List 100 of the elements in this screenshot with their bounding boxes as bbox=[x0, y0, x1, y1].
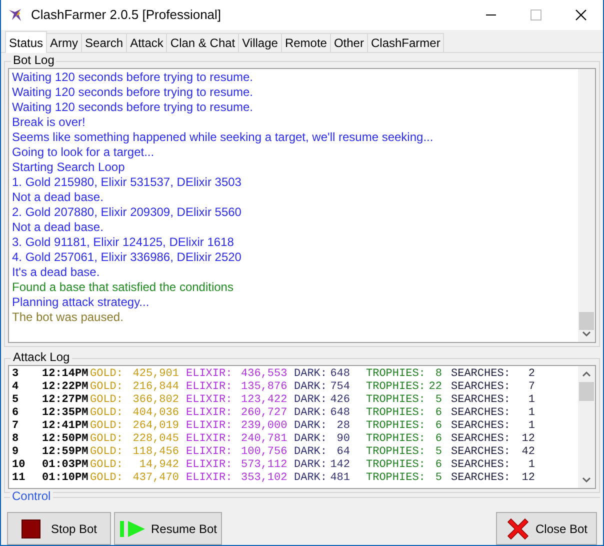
loot-label: GOLD: bbox=[90, 446, 124, 459]
trophies-label: TROPHIES: bbox=[366, 446, 426, 459]
dark-elixir-label: DARK: bbox=[294, 420, 328, 433]
trophies-label: TROPHIES: bbox=[366, 420, 426, 433]
dark-elixir-value: 754 bbox=[330, 381, 350, 394]
searches-label: SEARCHES: bbox=[451, 433, 511, 446]
time-cell-text: 01:10PM bbox=[42, 472, 90, 485]
searches-label: SEARCHES: bbox=[451, 407, 511, 420]
trophies-label: TROPHIES: bbox=[366, 472, 426, 485]
time-cell-text: 12:35PM bbox=[42, 407, 90, 420]
time-cell-text: 01:03PM bbox=[42, 459, 90, 472]
trophies-label: TROPHIES: bbox=[366, 368, 426, 381]
scrollbar-thumb[interactable] bbox=[579, 382, 594, 401]
loot-value: 228,045 bbox=[132, 433, 179, 446]
dark-elixir-label: DARK: bbox=[294, 446, 328, 459]
group-title: Bot Log bbox=[11, 53, 56, 67]
dark-elixir-label: DARK: bbox=[294, 407, 328, 420]
log-line: It's a dead base. bbox=[12, 265, 100, 280]
row-number: 7 bbox=[12, 420, 20, 433]
loot-value: 216,844 bbox=[132, 381, 179, 394]
searches-value: 1 bbox=[527, 394, 535, 407]
elixir-label: ELIXIR: bbox=[186, 472, 234, 485]
searches-value: 42 bbox=[520, 446, 535, 459]
loot-label: GOLD: bbox=[90, 420, 124, 433]
tab[interactable]: Clan & Chat bbox=[167, 33, 240, 52]
group-title: Control bbox=[10, 489, 53, 503]
stop-bot-button[interactable]: Stop Bot bbox=[7, 512, 111, 545]
dark-elixir-label: DARK: bbox=[294, 459, 328, 472]
loot-label: GOLD: bbox=[90, 368, 124, 381]
scrollbar[interactable] bbox=[578, 69, 595, 342]
elixir-label: ELIXIR: bbox=[186, 433, 234, 446]
row-number: 5 bbox=[12, 394, 20, 407]
time-cell-text: 12:14PM bbox=[42, 368, 90, 381]
resume-bot-button[interactable]: Resume Bot bbox=[114, 512, 222, 545]
searches-label: SEARCHES: bbox=[451, 368, 511, 381]
tab[interactable]: Remote bbox=[282, 33, 331, 52]
searches-label: SEARCHES: bbox=[451, 459, 511, 472]
group-title: Attack Log bbox=[11, 350, 72, 364]
loot-value: 264,019 bbox=[132, 420, 179, 433]
trophies-value: 22 bbox=[428, 381, 442, 394]
row-number: 3 bbox=[12, 368, 20, 381]
elixir-value: 436,553 bbox=[241, 368, 287, 381]
elixir-value: 573,112 bbox=[241, 459, 287, 472]
tab[interactable]: Village bbox=[239, 33, 282, 52]
tab[interactable]: Army bbox=[47, 33, 82, 52]
tab[interactable]: Attack bbox=[127, 33, 168, 52]
log-line: 4. Gold 257061, Elixir 336986, DElixir 2520 bbox=[12, 250, 242, 265]
log-line: The bot was paused. bbox=[12, 310, 124, 325]
dark-elixir-value: 90 bbox=[336, 433, 350, 446]
loot-label: GOLD: bbox=[90, 459, 124, 472]
elixir-label: ELIXIR: bbox=[186, 459, 234, 472]
log-line: Waiting 120 seconds before trying to resume. bbox=[12, 70, 254, 85]
time-cell-text: 12:59PM bbox=[42, 446, 90, 459]
elixir-label: ELIXIR: bbox=[186, 420, 234, 433]
close-bot-button[interactable]: Close Bot bbox=[496, 512, 597, 545]
loot-label: GOLD: bbox=[90, 394, 124, 407]
row-number: 10 bbox=[12, 459, 26, 472]
searches-value: 1 bbox=[527, 407, 535, 420]
tab[interactable]: Other bbox=[330, 33, 368, 52]
loot-label: GOLD: bbox=[90, 433, 124, 446]
tab[interactable]: Search bbox=[82, 33, 128, 52]
dark-elixir-label: DARK: bbox=[294, 368, 328, 381]
elixir-label: ELIXIR: bbox=[186, 446, 234, 459]
tab[interactable]: ClashFarmer bbox=[368, 33, 444, 52]
scroll-down-icon[interactable] bbox=[582, 331, 591, 337]
time-cell-text: 12:50PM bbox=[42, 433, 90, 446]
time-cell-text: 12:22PM bbox=[42, 381, 90, 394]
dark-elixir-value: 426 bbox=[330, 394, 350, 407]
log-line: Planning attack strategy... bbox=[12, 295, 150, 310]
scrollbar-thumb[interactable] bbox=[579, 312, 594, 330]
log-line: 3. Gold 91181, Elixir 124125, DElixir 1618 bbox=[12, 235, 234, 250]
loot-value: 425,901 bbox=[132, 368, 179, 381]
log-line: Break is over! bbox=[12, 115, 86, 130]
window-title: ClashFarmer 2.0.5 [Professional] bbox=[31, 6, 222, 24]
loot-value: 14,942 bbox=[138, 459, 179, 472]
time-cell-text: 12:41PM bbox=[42, 420, 90, 433]
log-line: Going to look for a target... bbox=[12, 145, 154, 160]
searches-value: 2 bbox=[527, 368, 535, 381]
row-number: 8 bbox=[12, 433, 20, 446]
tab[interactable]: Status bbox=[5, 31, 48, 53]
trophies-label: TROPHIES: bbox=[366, 394, 426, 407]
trophies-value: 8 bbox=[434, 368, 442, 381]
dark-elixir-value: 28 bbox=[336, 420, 350, 433]
trophies-label: TROPHIES: bbox=[366, 407, 426, 420]
log-line: 1. Gold 215980, Elixir 531537, DElixir 3503 bbox=[12, 175, 242, 190]
searches-value: 1 bbox=[527, 459, 535, 472]
scroll-down-icon[interactable] bbox=[582, 477, 591, 483]
elixir-value: 123,422 bbox=[241, 394, 287, 407]
close-icon bbox=[505, 516, 532, 542]
log-line: Seems like something happened while seeking a target, we'll resume seeking... bbox=[12, 130, 434, 145]
log-line: Found a base that satisfied the conditions bbox=[12, 280, 234, 295]
searches-label: SEARCHES: bbox=[451, 381, 511, 394]
loot-value: 404,036 bbox=[132, 407, 179, 420]
scroll-up-icon[interactable] bbox=[582, 371, 591, 377]
scrollbar[interactable] bbox=[578, 366, 595, 488]
searches-label: SEARCHES: bbox=[451, 446, 511, 459]
dark-elixir-value: 648 bbox=[330, 368, 350, 381]
searches-value: 12 bbox=[520, 472, 535, 485]
log-line: Starting Search Loop bbox=[12, 160, 125, 175]
close-icon[interactable] bbox=[575, 9, 587, 21]
